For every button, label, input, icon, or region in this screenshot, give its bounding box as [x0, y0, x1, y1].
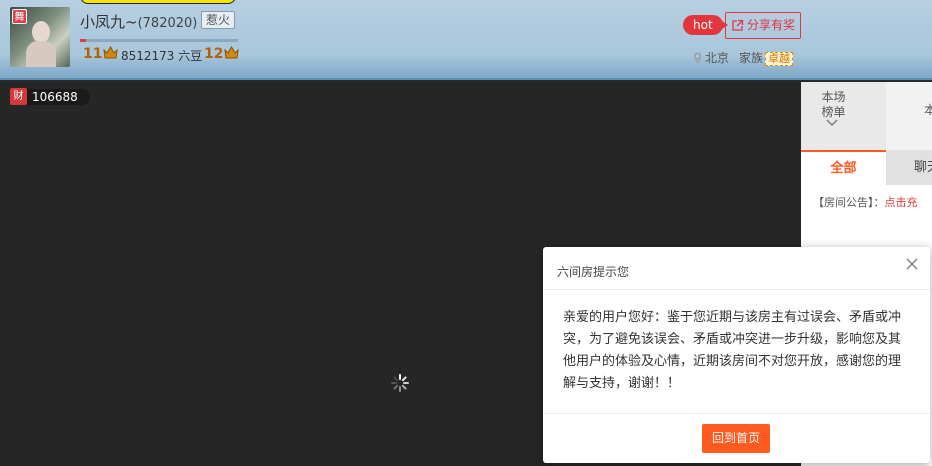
dialog-divider-bottom [543, 413, 930, 414]
chevron-down-icon [826, 119, 838, 126]
tab-all[interactable]: 全部 [801, 150, 886, 185]
hot-badge: hot [683, 15, 728, 35]
beans-value: 8512173 [121, 49, 175, 63]
location-icon [693, 52, 702, 64]
room-header: 舞 小凤九~(782020) 惹火 11 8512173 六豆 12 hot 分… [0, 0, 932, 80]
anchor-nickname: 小凤九~ [80, 13, 138, 31]
anchor-id: (782020) [137, 16, 198, 31]
share-button[interactable]: 分享有奖 [725, 12, 801, 39]
level-right: 12 [204, 46, 240, 62]
family-tag[interactable]: 卓越 [765, 52, 794, 66]
level-left: 11 [83, 46, 119, 62]
level-progress-fill [80, 39, 87, 42]
level-progress-bar [80, 39, 238, 42]
dialog-divider-top [543, 289, 930, 290]
avatar-face [32, 21, 50, 43]
room-access-dialog: 六间房提示您 亲爱的用户您好：鉴于您近期与该房主有过误会、矛盾或冲突，为了避免该… [543, 247, 930, 463]
level-right-value: 12 [204, 46, 224, 62]
beans-unit: 六豆 [178, 49, 203, 63]
rank-label-line1: 本场 [821, 90, 846, 104]
dance-badge: 舞 [12, 9, 27, 24]
back-to-home-button[interactable]: 回到首页 [702, 424, 770, 453]
level-left-value: 11 [83, 46, 103, 62]
close-icon[interactable] [906, 258, 918, 270]
family-label: 家族 [739, 51, 764, 65]
room-notice: 【房间公告】：点击充 [813, 194, 918, 210]
avatar-body [26, 41, 56, 67]
location: 北京 [693, 49, 729, 66]
wealth-badge: 财 106688 [10, 88, 90, 105]
header-yellow-tab [80, 0, 236, 4]
dialog-title: 六间房提示您 [557, 265, 630, 279]
family-info: 家族 卓越 [739, 49, 794, 66]
anchor-name: 小凤九~(782020) [80, 11, 197, 32]
beans-count: 8512173 六豆 [121, 47, 202, 64]
notice-link[interactable]: 点击充 [885, 196, 918, 209]
loading-spinner-icon [391, 374, 409, 392]
wealth-icon: 财 [10, 88, 27, 105]
rank-other-label[interactable]: 本 [924, 101, 932, 118]
rank-label: 本场 榜单 [801, 90, 866, 120]
share-label: 分享有奖 [746, 18, 795, 32]
anchor-avatar[interactable]: 舞 [10, 7, 70, 67]
crown-icon [224, 46, 240, 59]
notice-label: 【房间公告】： [813, 196, 885, 209]
location-text: 北京 [705, 51, 730, 65]
wealth-value: 106688 [32, 90, 78, 104]
dialog-message: 亲爱的用户您好：鉴于您近期与该房主有过误会、矛盾或冲突，为了避免该误会、矛盾或冲… [563, 310, 902, 391]
share-icon [732, 19, 744, 31]
tab-chat[interactable]: 聊天 [886, 150, 932, 185]
huo-button[interactable]: 惹火 [201, 11, 236, 29]
crown-icon [103, 46, 119, 59]
rank-toggle[interactable]: 本场 榜单 [801, 82, 886, 152]
